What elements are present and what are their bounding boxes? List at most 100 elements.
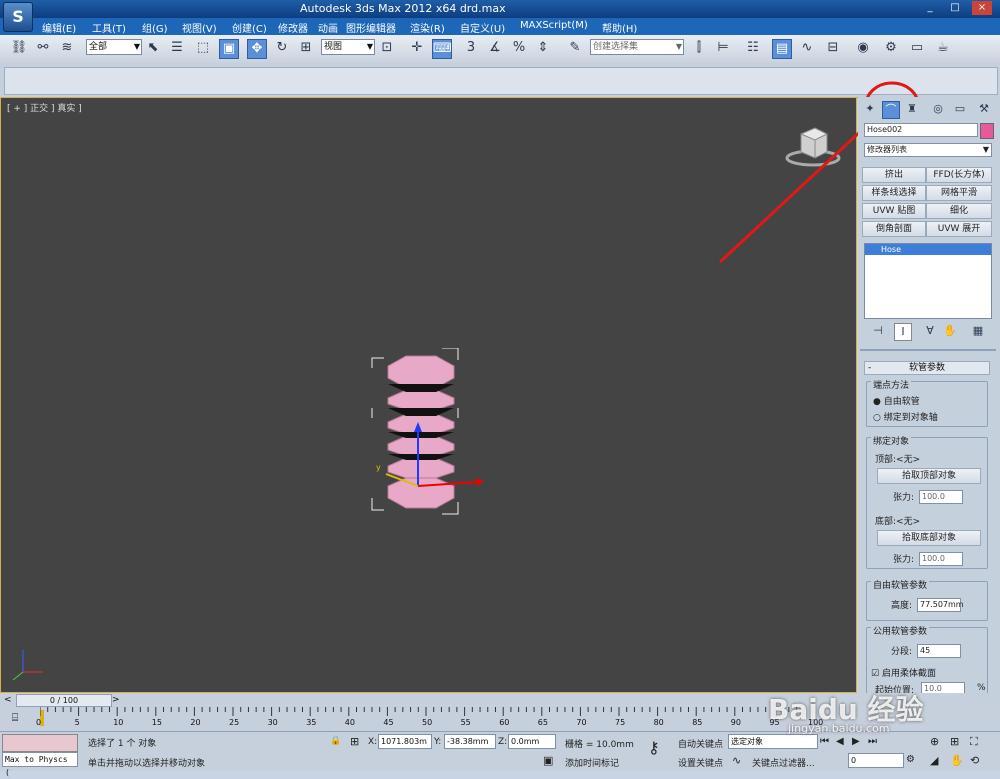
modifier-tessellate-button[interactable]: 细化 [926,203,992,219]
select-by-name-icon[interactable]: ☰ [168,39,186,57]
rendered-frame-icon[interactable]: ▭ [908,39,926,57]
modifier-stack[interactable]: Hose [864,243,992,319]
pivot-center-icon[interactable]: ⊡ [378,39,396,57]
snap-toggle-icon[interactable]: 3 [462,39,480,57]
lock-selection-icon[interactable]: 🔒 [330,736,341,746]
reference-coord-dropdown[interactable]: 视图 ▼ [321,39,375,55]
absolute-mode-icon[interactable]: ⊞ [350,735,359,748]
y-coordinate-field[interactable]: -38.38mm [444,734,496,749]
mini-curve-editor-icon[interactable]: ⌸ [6,711,24,725]
modifier-ffd-box-button[interactable]: FFD(长方体) [926,167,992,183]
menu-maxscript[interactable]: MAXScript(M) [520,20,588,31]
menu-group[interactable]: 组(G) [142,20,168,35]
orbit-icon[interactable]: ⟲ [970,754,979,767]
time-config-icon[interactable]: ⚙ [906,754,915,765]
hierarchy-tab-icon[interactable]: ♜ [904,101,920,117]
configure-sets-icon[interactable]: ▦ [970,323,986,339]
menu-modifiers[interactable]: 修改器 [278,20,308,35]
remove-modifier-icon[interactable]: ✋ [942,323,958,339]
pick-bottom-object-button[interactable]: 拾取底部对象 [877,530,981,546]
set-key-button[interactable]: 设置关键点 [678,756,723,769]
modifier-uvw-map-button[interactable]: UVW 贴图 [862,203,926,219]
keyboard-shortcut-toggle-icon[interactable]: ⌨ [432,39,452,59]
select-rotate-icon[interactable]: ↻ [273,39,291,57]
menu-create[interactable]: 创建(C) [232,20,267,35]
edit-named-sets-icon[interactable]: ✎ [566,39,584,57]
link-icon[interactable]: ⛓ [10,39,28,57]
stack-item-hose[interactable]: Hose [865,244,991,255]
modifier-list-dropdown[interactable]: 修改器列表 ▼ [864,143,992,157]
key-icon[interactable]: ⚷ [648,738,660,757]
current-frame-field[interactable]: 0 [848,753,904,768]
pan-icon[interactable]: ✋ [950,754,964,767]
unlink-icon[interactable]: ⚯ [34,39,52,57]
radio-bind-to-pivots[interactable]: ○ 绑定到对象轴 [873,410,938,423]
select-manipulate-icon[interactable]: ✛ [408,39,426,57]
modifier-unwrap-uvw-button[interactable]: UVW 展开 [926,221,992,237]
modifier-meshsmooth-button[interactable]: 网格平滑 [926,185,992,201]
layer-manager-icon[interactable]: ☷ [744,39,762,57]
angle-snap-icon[interactable]: ∡ [486,39,504,57]
menu-graph-editors[interactable]: 图形编辑器 [346,20,396,35]
auto-key-button[interactable]: 自动关键点 [678,737,723,750]
menu-rendering[interactable]: 渲染(R) [410,20,445,35]
maximize-button[interactable]: □ [945,1,965,15]
window-crossing-icon[interactable]: ▣ [219,39,239,59]
app-logo-button[interactable]: S [3,2,33,32]
minimize-button[interactable]: _ [920,1,940,15]
modifier-spline-select-button[interactable]: 样条线选择 [862,185,926,201]
spinner-snap-icon[interactable]: ⇕ [534,39,552,57]
menu-help[interactable]: 帮助(H) [602,20,637,35]
make-unique-icon[interactable]: ∀ [922,323,938,339]
utilities-tab-icon[interactable]: ⚒ [976,101,992,117]
show-end-result-icon[interactable]: Ⅰ [894,323,912,341]
tension-top-field[interactable]: 100.0 [919,490,963,504]
material-editor-icon[interactable]: ◉ [854,39,872,57]
rollout-hose-parameters[interactable]: - 软管参数 [864,361,990,375]
menu-customize[interactable]: 自定义(U) [460,20,505,35]
selection-filter-dropdown[interactable]: 全部 ▼ [86,39,142,55]
script-listener-field[interactable]: Max to Physcs ( [2,752,78,777]
height-field[interactable]: 77.507mm [917,598,964,612]
add-time-tag-link[interactable]: 添加时间标记 [565,756,619,769]
x-coordinate-field[interactable]: 1071.803m [378,734,432,749]
modify-tab-icon[interactable]: ⌒ [882,101,900,119]
select-move-icon[interactable]: ✥ [247,39,267,59]
mirror-icon[interactable]: ⫿ [690,39,708,57]
object-color-swatch[interactable] [980,123,994,139]
menu-animation[interactable]: 动画 [318,20,338,35]
hose-object[interactable]: y [366,348,496,523]
close-button[interactable]: × [972,1,992,15]
align-icon[interactable]: ⊨ [714,39,732,57]
viewport-label[interactable]: [ + ] 正交 ] 真实 ] [7,101,82,114]
schematic-view-icon[interactable]: ⊟ [824,39,842,57]
select-object-icon[interactable]: ⬉ [144,39,162,57]
radio-free-hose[interactable]: ● 自由软管 [873,394,920,407]
select-scale-icon[interactable]: ⊞ [297,39,315,57]
time-tag-icon[interactable]: ▣ [543,754,553,767]
named-selection-dropdown[interactable]: 创建选择集 ▼ [590,39,684,55]
z-coordinate-field[interactable]: 0.0mm [508,734,556,749]
script-listener-mini[interactable] [2,734,78,752]
next-frame-icon[interactable]: > [112,695,122,705]
pick-top-object-button[interactable]: 拾取顶部对象 [877,468,981,484]
create-tab-icon[interactable]: ✦ [862,101,878,117]
bind-spacewarp-icon[interactable]: ≋ [58,39,76,57]
display-tab-icon[interactable]: ▭ [952,101,968,117]
menu-edit[interactable]: 编辑(E) [42,20,76,35]
motion-tab-icon[interactable]: ◎ [930,101,946,117]
render-setup-icon[interactable]: ⚙ [882,39,900,57]
object-name-field[interactable]: Hose002 [864,123,978,137]
time-slider-thumb[interactable]: 0 / 100 [16,694,112,707]
menu-tools[interactable]: 工具(T) [92,20,126,35]
modifier-extrude-button[interactable]: 挤出 [862,167,926,183]
render-teapot-icon[interactable]: ☕ [934,39,952,57]
rect-selection-icon[interactable]: ⬚ [194,39,212,57]
key-filters-button[interactable]: 关键点过滤器... [752,756,815,769]
prev-frame-icon[interactable]: < [4,695,14,705]
curve-editor-icon[interactable]: ∿ [798,39,816,57]
graphite-toolbar-icon[interactable]: ▤ [772,39,792,59]
tension-bottom-field[interactable]: 100.0 [919,552,963,566]
pin-stack-icon[interactable]: ⊣ [870,323,886,339]
flex-section-checkbox[interactable]: ☑ 启用柔体截面 [871,666,936,679]
